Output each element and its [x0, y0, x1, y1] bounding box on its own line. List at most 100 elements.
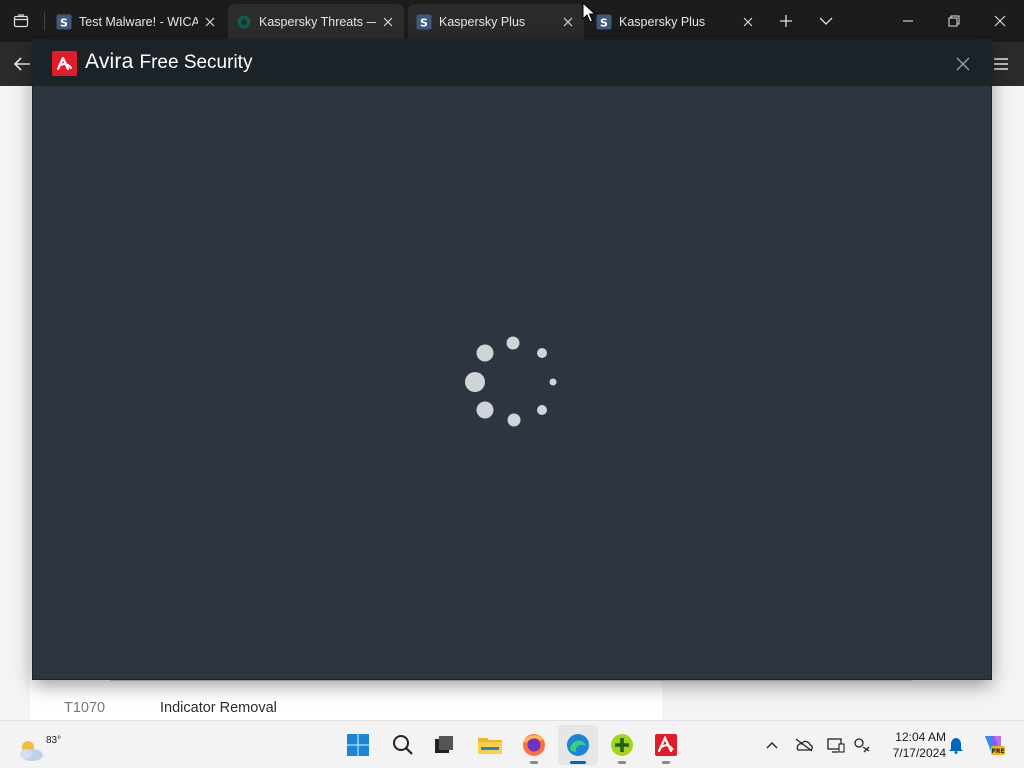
tab-test-malware[interactable]: S Test Malware! - WICAR	[48, 4, 226, 40]
hamburger-menu-icon	[994, 58, 1008, 70]
tab-title: Kaspersky Plus	[439, 15, 526, 29]
s-site-icon: S	[596, 14, 612, 30]
svg-text:PRE: PRE	[991, 748, 1004, 755]
loading-spinner-icon	[465, 336, 557, 427]
plus-icon	[780, 15, 792, 27]
copilot-button[interactable]: PRE	[980, 732, 1006, 758]
weather-temperature: 83°	[46, 735, 62, 746]
spinner-dot	[465, 372, 485, 392]
chevron-up-icon	[766, 742, 778, 749]
table-row[interactable]: T1070 Indicator Removal	[30, 695, 662, 720]
chevron-down-icon	[819, 17, 833, 25]
spinner-dot	[507, 413, 521, 427]
restore-button[interactable]	[932, 0, 976, 42]
minimize-icon	[903, 20, 913, 22]
avira-taskbar-button[interactable]	[646, 725, 686, 765]
clock-time: 12:04 AM	[895, 730, 946, 744]
avira-app-title: Avira Free Security	[85, 50, 252, 74]
spinner-dot	[506, 336, 520, 350]
start-button[interactable]	[338, 725, 378, 765]
running-indicator	[662, 761, 670, 764]
tab-title: Kaspersky Threats — T	[259, 15, 376, 29]
avira-titlebar: Avira Free Security	[33, 40, 991, 86]
windows-start-icon	[347, 734, 369, 756]
avira-close-button[interactable]	[951, 52, 975, 76]
firefox-button[interactable]	[514, 725, 554, 765]
spinner-dot	[476, 344, 494, 362]
tab-separator	[44, 12, 45, 30]
tab-actions-icon	[13, 14, 29, 28]
network-tray[interactable]	[852, 735, 872, 755]
close-icon	[956, 57, 970, 71]
kaspersky-icon	[237, 15, 251, 29]
file-explorer-button[interactable]	[470, 725, 510, 765]
tab-title: Kaspersky Plus	[619, 15, 706, 29]
close-icon	[743, 17, 753, 27]
tab-list-button[interactable]	[804, 0, 848, 42]
svg-text:S: S	[600, 17, 608, 30]
active-indicator	[570, 761, 586, 764]
tab-title: Test Malware! - WICAR	[79, 15, 198, 29]
display-tray[interactable]	[826, 735, 846, 755]
svg-text:S: S	[420, 17, 428, 30]
task-view-button[interactable]	[424, 725, 464, 765]
close-icon	[383, 17, 393, 27]
s-site-icon: S	[56, 14, 72, 30]
running-indicator	[618, 761, 626, 764]
firefox-icon	[523, 734, 545, 756]
tab-kaspersky-threats[interactable]: Kaspersky Threats — T	[228, 4, 404, 40]
spinner-dot	[537, 405, 547, 415]
onedrive-tray[interactable]	[794, 735, 814, 755]
tab-kaspersky-plus[interactable]: S Kaspersky Plus	[408, 4, 584, 40]
tab-close-button[interactable]	[740, 14, 756, 30]
restore-icon	[948, 15, 960, 27]
avira-window: Avira Free Security	[33, 40, 991, 679]
s-site-icon: S	[416, 14, 432, 30]
close-button[interactable]	[978, 0, 1022, 42]
spinner-dot	[476, 401, 494, 419]
divider	[110, 679, 912, 681]
weather-widget[interactable]: 83°	[14, 727, 61, 763]
clock-date: 7/17/2024	[892, 746, 946, 760]
avira-product-name: Free Security	[139, 52, 253, 73]
close-icon	[563, 17, 573, 27]
browser-tab-bar: S Test Malware! - WICAR Kaspersky Threat…	[0, 0, 1024, 42]
technique-id: T1070	[64, 699, 106, 716]
avira-icon	[655, 734, 677, 756]
tab-actions-button[interactable]	[0, 0, 42, 42]
tab-close-button[interactable]	[202, 14, 218, 30]
close-icon	[994, 15, 1006, 27]
copilot-icon: PRE	[985, 736, 1005, 755]
close-icon	[205, 17, 215, 27]
display-icon	[827, 738, 845, 753]
tab-close-button[interactable]	[560, 14, 576, 30]
onedrive-icon	[795, 738, 813, 752]
avira-logo-icon	[52, 51, 77, 76]
search-button[interactable]	[383, 725, 423, 765]
new-tab-button[interactable]	[764, 0, 808, 42]
system-clock[interactable]: 12:04 AM 7/17/2024	[880, 729, 946, 761]
tab-kaspersky-plus-2[interactable]: S Kaspersky Plus	[588, 4, 764, 40]
spinner-dot	[537, 348, 547, 358]
tab-close-button[interactable]	[380, 14, 396, 30]
technique-name: Indicator Removal	[160, 699, 277, 716]
search-icon	[393, 735, 413, 755]
minimize-button[interactable]	[886, 0, 930, 42]
task-view-icon	[435, 736, 453, 753]
show-hidden-icons-button[interactable]	[762, 735, 782, 755]
edge-browser-icon	[567, 734, 589, 756]
partly-cloudy-icon	[20, 741, 43, 761]
notification-bell-icon	[949, 738, 963, 754]
edge-browser-button[interactable]	[558, 725, 598, 765]
avira-brand: Avira	[85, 50, 134, 73]
notifications-button[interactable]	[946, 735, 966, 755]
mouse-cursor-icon	[582, 2, 596, 23]
xbox-gamebar-icon	[611, 734, 633, 756]
running-indicator	[530, 761, 538, 764]
windows-taskbar: 83° 12:04 AM 7/17/2024 PRE	[0, 720, 1024, 768]
back-arrow-icon	[13, 57, 30, 71]
svg-text:S: S	[60, 17, 68, 30]
spinner-dot	[549, 378, 557, 386]
file-explorer-icon	[478, 738, 502, 754]
xbox-gamebar-button[interactable]	[602, 725, 642, 765]
